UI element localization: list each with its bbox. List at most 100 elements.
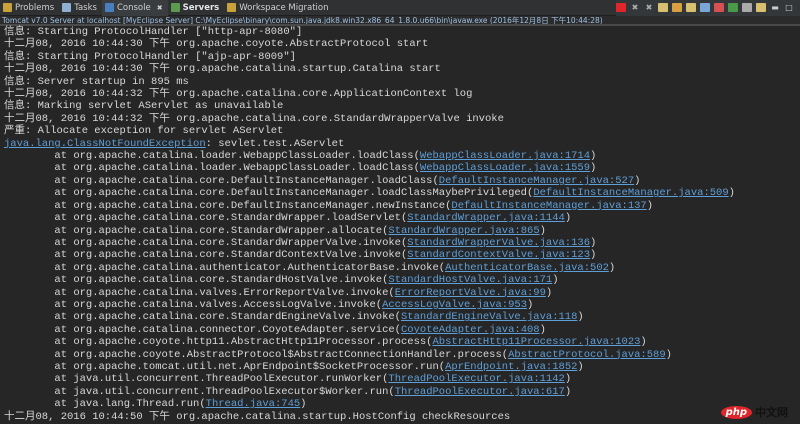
- source-link[interactable]: DefaultInstanceManager.java:509: [533, 187, 728, 199]
- log-text: 信息: Marking servlet AServlet as unavaila…: [4, 100, 284, 113]
- scroll-lock-icon[interactable]: [672, 3, 682, 12]
- tab-label: Console: [116, 2, 151, 13]
- stack-frame: at org.apache.tomcat.util.net.AprEndpoin…: [4, 360, 584, 373]
- log-line: 十二月08, 2016 10:44:50 下午 org.apache.catal…: [4, 411, 800, 423]
- tab-label: Problems: [15, 2, 55, 13]
- source-link[interactable]: DefaultInstanceManager.java:137: [451, 200, 646, 212]
- exception-link[interactable]: java.lang.ClassNotFoundException: [4, 138, 206, 150]
- stack-prefix: at: [4, 311, 74, 324]
- display-console-icon[interactable]: [742, 3, 752, 12]
- source-link[interactable]: AccessLogValve.java:953: [382, 299, 527, 311]
- source-link[interactable]: StandardWrapper.java:1144: [407, 212, 565, 224]
- tab-console[interactable]: Console ✖: [101, 0, 168, 16]
- source-link[interactable]: CoyoteAdapter.java:408: [401, 324, 540, 336]
- stack-method: java.lang.Thread.run: [73, 398, 200, 411]
- minimize-icon[interactable]: ▬: [770, 3, 780, 12]
- source-link[interactable]: StandardWrapper.java:865: [388, 225, 539, 237]
- tasks-icon: [62, 3, 72, 12]
- stack-prefix: at: [4, 274, 74, 287]
- log-line: 十二月08, 2016 10:44:30 下午 org.apache.catal…: [4, 63, 800, 75]
- stack-prefix: at: [4, 261, 74, 274]
- stack-method: org.apache.catalina.core.DefaultInstance…: [73, 199, 446, 212]
- source-link[interactable]: DefaultInstanceManager.java:527: [439, 175, 634, 187]
- log-text: 信息: Starting ProtocolHandler ["ajp-apr-8…: [4, 50, 296, 63]
- log-line: 信息: Starting ProtocolHandler ["ajp-apr-8…: [4, 51, 800, 63]
- source-link[interactable]: ThreadPoolExecutor.java:617: [395, 386, 565, 398]
- close-icon[interactable]: ✖: [157, 4, 163, 12]
- stack-frame: at org.apache.catalina.core.StandardWrap…: [4, 224, 546, 237]
- source-link[interactable]: Thread.java:745: [206, 398, 301, 410]
- console-output[interactable]: 信息: Starting ProtocolHandler ["http-apr-…: [0, 26, 800, 423]
- stack-frame: at java.util.concurrent.ThreadPoolExecut…: [4, 385, 572, 398]
- tab-servers[interactable]: Servers: [168, 0, 225, 16]
- show-on-stdout-icon[interactable]: [700, 3, 710, 12]
- stack-frame: at org.apache.coyote.AbstractProtocol$Ab…: [4, 348, 672, 361]
- stack-method: org.apache.catalina.loader.WebappClassLo…: [73, 162, 414, 175]
- stack-frame: at org.apache.catalina.valves.ErrorRepor…: [4, 286, 553, 299]
- stack-method: java.util.concurrent.ThreadPoolExecutor.…: [73, 373, 383, 386]
- source-link[interactable]: WebappClassLoader.java:1714: [420, 150, 590, 162]
- clear-console-icon[interactable]: [658, 3, 668, 12]
- remove-launch-icon[interactable]: ✖: [630, 3, 640, 12]
- stack-frame: at org.apache.catalina.core.DefaultInsta…: [4, 187, 735, 200]
- tab-workspace-migration[interactable]: Workspace Migration: [224, 0, 333, 16]
- stack-method: org.apache.catalina.core.StandardContext…: [73, 249, 401, 262]
- stack-prefix: at: [4, 348, 74, 361]
- source-link[interactable]: AbstractHttp11Processor.java:1023: [432, 336, 640, 348]
- source-link[interactable]: StandardHostValve.java:171: [388, 274, 552, 286]
- log-text: 严重: Allocate exception for servlet AServ…: [4, 125, 284, 138]
- stack-method: org.apache.catalina.core.StandardWrapper…: [73, 224, 383, 237]
- log-text: 信息: Server startup in 895 ms: [4, 75, 189, 88]
- stack-prefix: at: [4, 212, 74, 225]
- stack-method: org.apache.catalina.core.DefaultInstance…: [73, 187, 527, 200]
- source-link[interactable]: StandardContextValve.java:123: [407, 249, 590, 261]
- servers-icon: [170, 3, 180, 12]
- source-link[interactable]: ErrorReportValve.java:99: [395, 287, 546, 299]
- stack-frame: at org.apache.catalina.valves.AccessLogV…: [4, 298, 534, 311]
- stack-frame: at org.apache.catalina.core.DefaultInsta…: [4, 199, 654, 212]
- log-text: 十二月08, 2016 10:44:32 下午 org.apache.catal…: [4, 88, 473, 101]
- stack-prefix: at: [4, 199, 74, 212]
- new-console-icon[interactable]: [756, 3, 766, 12]
- stack-method: org.apache.catalina.authenticator.Authen…: [73, 261, 439, 274]
- tab-label: Servers: [182, 2, 220, 13]
- stack-prefix: at: [4, 249, 74, 262]
- php-logo-text: 中文网: [755, 406, 788, 419]
- stack-method: org.apache.catalina.core.DefaultInstance…: [73, 174, 433, 187]
- stack-prefix: at: [4, 298, 74, 311]
- source-link[interactable]: StandardWrapperValve.java:136: [407, 237, 590, 249]
- stack-prefix: at: [4, 373, 74, 386]
- stack-prefix: at: [4, 385, 74, 398]
- exception-message: : sevlet.test.AServlet: [205, 137, 345, 150]
- source-link[interactable]: StandardEngineValve.java:118: [401, 311, 577, 323]
- stack-prefix: at: [4, 360, 74, 373]
- source-link[interactable]: WebappClassLoader.java:1559: [420, 162, 590, 174]
- terminate-icon[interactable]: [616, 3, 626, 12]
- stack-method: org.apache.coyote.http11.AbstractHttp11P…: [73, 336, 427, 349]
- console-toolbar: ✖ ✖ ▬ □: [616, 0, 800, 16]
- show-on-stderr-icon[interactable]: [714, 3, 724, 12]
- source-link[interactable]: AuthenticatorBase.java:502: [445, 262, 609, 274]
- console-icon: [104, 3, 114, 12]
- stack-frame: at org.apache.catalina.core.DefaultInsta…: [4, 174, 641, 187]
- php-logo: php: [720, 405, 752, 419]
- stack-prefix: at: [4, 224, 74, 237]
- log-line: 信息: Starting ProtocolHandler ["http-apr-…: [4, 26, 800, 38]
- stack-prefix: at: [4, 162, 74, 175]
- log-line: 十二月08, 2016 10:44:32 下午 org.apache.catal…: [4, 113, 800, 125]
- tab-tasks[interactable]: Tasks: [59, 0, 102, 16]
- source-link[interactable]: ThreadPoolExecutor.java:1142: [388, 373, 564, 385]
- stack-method: org.apache.tomcat.util.net.AprEndpoint$S…: [73, 360, 439, 373]
- stack-prefix: at: [4, 323, 74, 336]
- source-link[interactable]: AprEndpoint.java:1852: [445, 361, 577, 373]
- stack-method: org.apache.catalina.valves.AccessLogValv…: [73, 298, 376, 311]
- stack-method: org.apache.catalina.core.StandardHostVal…: [73, 274, 383, 287]
- word-wrap-icon[interactable]: [686, 3, 696, 12]
- tab-problems[interactable]: Problems: [0, 0, 59, 16]
- pin-console-icon[interactable]: [728, 3, 738, 12]
- remove-all-icon[interactable]: ✖: [644, 3, 654, 12]
- source-link[interactable]: AbstractProtocol.java:589: [508, 349, 666, 361]
- migration-icon: [227, 3, 237, 12]
- maximize-icon[interactable]: □: [784, 3, 794, 12]
- stack-method: org.apache.catalina.core.StandardWrapper…: [73, 236, 401, 249]
